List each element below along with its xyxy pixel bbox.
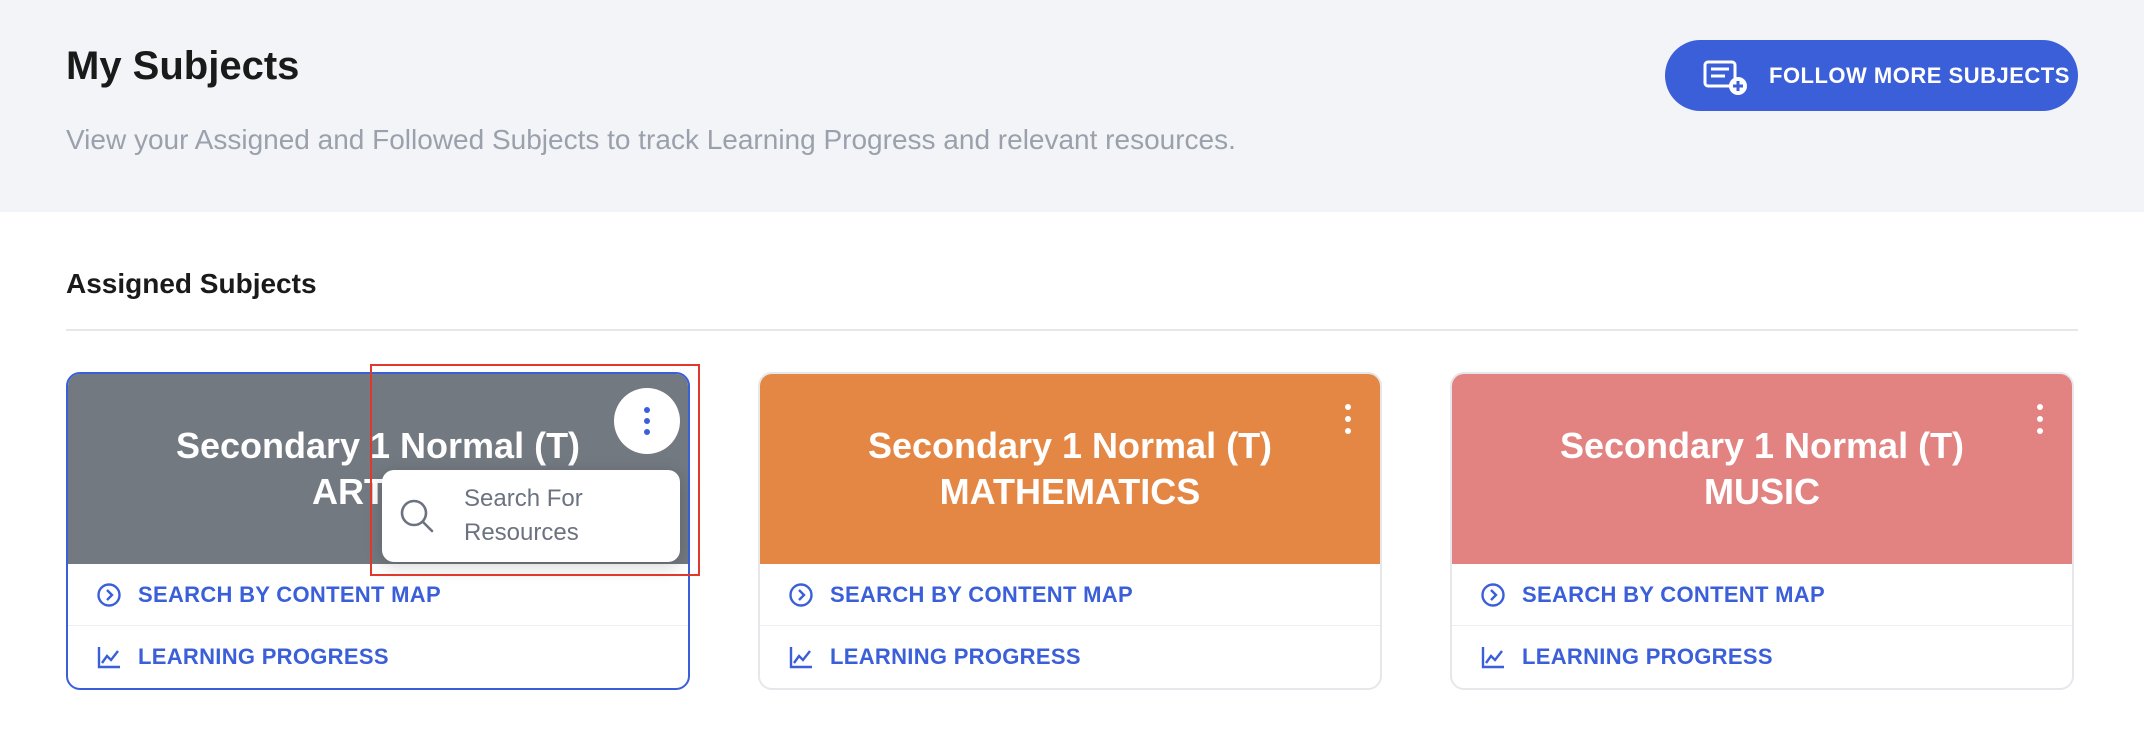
add-subject-icon (1701, 56, 1751, 96)
search-by-content-map-label: SEARCH BY CONTENT MAP (830, 581, 1133, 607)
subject-card-header[interactable]: Secondary 1 Normal (T) MATHEMATICS (760, 374, 1380, 564)
learning-progress-link[interactable]: LEARNING PROGRESS (760, 626, 1380, 688)
subject-card-music[interactable]: Secondary 1 Normal (T) MUSIC SEARCH BY C… (1450, 372, 2074, 690)
section-divider (66, 329, 2078, 331)
more-options-icon[interactable] (614, 388, 680, 454)
page-subtitle: View your Assigned and Followed Subjects… (66, 124, 1236, 155)
page-title: My Subjects (66, 44, 300, 88)
subject-card-mathematics[interactable]: Secondary 1 Normal (T) MATHEMATICS SEARC… (758, 372, 1382, 690)
chevron-circle-right-icon (788, 582, 814, 608)
search-for-resources-label: Search For Resources (464, 485, 583, 546)
learning-progress-link[interactable]: LEARNING PROGRESS (1452, 626, 2072, 688)
learning-progress-label: LEARNING PROGRESS (830, 644, 1081, 669)
follow-more-subjects-button[interactable]: FOLLOW MORE SUBJECTS (1665, 40, 2078, 111)
section-title-assigned-subjects: Assigned Subjects (66, 268, 317, 299)
line-chart-icon (1480, 644, 1506, 670)
subject-name-label: MATHEMATICS (939, 471, 1201, 512)
search-by-content-map-label: SEARCH BY CONTENT MAP (1522, 581, 1825, 607)
more-options-icon[interactable] (1344, 404, 1352, 434)
learning-progress-label: LEARNING PROGRESS (138, 644, 389, 669)
line-chart-icon (96, 644, 122, 670)
learning-progress-label: LEARNING PROGRESS (1522, 644, 1773, 669)
subject-level-label: Secondary 1 Normal (T) (175, 425, 581, 466)
search-icon (398, 497, 436, 535)
learning-progress-link[interactable]: LEARNING PROGRESS (68, 626, 688, 688)
search-by-content-map-link[interactable]: SEARCH BY CONTENT MAP (760, 564, 1380, 626)
search-for-resources-menu-item[interactable]: Search For Resources (382, 470, 680, 562)
subject-name-label: MUSIC (1704, 471, 1820, 512)
subject-level-label: Secondary 1 Normal (T) (1559, 425, 1965, 466)
search-by-content-map-link[interactable]: SEARCH BY CONTENT MAP (1452, 564, 2072, 626)
search-by-content-map-label: SEARCH BY CONTENT MAP (138, 581, 441, 607)
more-options-icon[interactable] (2036, 404, 2044, 434)
chevron-circle-right-icon (1480, 582, 1506, 608)
subject-card-header[interactable]: Secondary 1 Normal (T) MUSIC (1452, 374, 2072, 564)
follow-more-subjects-label: FOLLOW MORE SUBJECTS (1769, 62, 2070, 88)
subject-level-label: Secondary 1 Normal (T) (867, 425, 1273, 466)
line-chart-icon (788, 644, 814, 670)
chevron-circle-right-icon (96, 582, 122, 608)
search-by-content-map-link[interactable]: SEARCH BY CONTENT MAP (68, 564, 688, 626)
